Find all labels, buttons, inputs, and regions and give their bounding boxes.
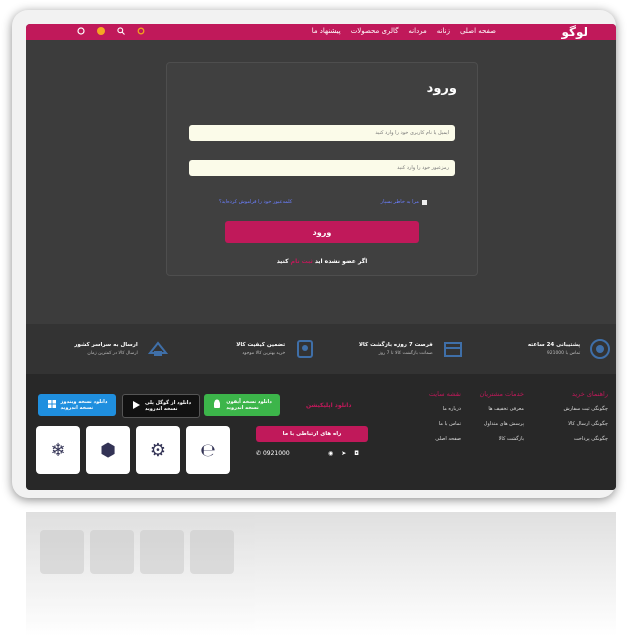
feature-subtitle: تماس با 921000 bbox=[546, 351, 581, 356]
cart-icon[interactable] bbox=[96, 26, 106, 36]
feature-delivery: ارسال به سراسر کشور ارسال کالا در کمترین… bbox=[30, 337, 170, 361]
feature-subtitle: ضمانت بازگشت کالا تا 7 روز bbox=[378, 351, 433, 356]
nav-home[interactable]: صفحه اصلی bbox=[460, 27, 496, 35]
register-text: اگر عضو نشده اید bbox=[314, 258, 368, 265]
footer-col-title: خدمات مشتریان bbox=[479, 390, 524, 398]
feature-support: پشتیبانی 24 ساعته تماس با 921000 bbox=[472, 337, 612, 361]
phone-icon: ✆ bbox=[256, 450, 262, 457]
store-line2: نسخه اندروید bbox=[144, 406, 178, 412]
windows-icon bbox=[47, 399, 57, 412]
browser-screen: لوگو صفحه اصلی زنانه مردانه گالری محصولا… bbox=[26, 24, 616, 490]
features-bar: پشتیبانی 24 ساعته تماس با 921000 فرصت 7 … bbox=[26, 324, 616, 374]
trust-badges: ❄ ⬢ ⚙ ℮ bbox=[36, 426, 230, 474]
reflection-badge bbox=[40, 530, 84, 574]
google-play-button[interactable]: دانلود از گوگل پلی نسخه اندروید bbox=[122, 394, 200, 418]
footer-col-guide: راهنمای خرید چگونگی ثبت سفارش چگونگی ارس… bbox=[563, 390, 608, 451]
footer-col-services: خدمات مشتریان معرفی تخفیف ها پرسش های مت… bbox=[480, 390, 524, 451]
feature-subtitle: ارسال کالا در کمترین زمان bbox=[87, 351, 138, 356]
footer-link[interactable]: معرفی تخفیف ها bbox=[480, 406, 524, 412]
delivery-icon bbox=[146, 337, 170, 361]
register-link[interactable]: ثبت نام bbox=[291, 258, 313, 265]
remember-me[interactable]: مرا به خاطر بسپار bbox=[381, 199, 427, 205]
contact-button[interactable]: راه های ارتباطی با ما bbox=[256, 426, 368, 442]
nav-men[interactable]: مردانه bbox=[408, 27, 426, 35]
footer-link[interactable]: پرسش های متداول bbox=[480, 421, 524, 427]
footer-link[interactable]: چگونگی پرداخت bbox=[563, 436, 608, 442]
store-line2: نسخه اندروید bbox=[60, 405, 94, 411]
footer-col-title: نقشه سایت bbox=[428, 390, 461, 398]
settings-icon[interactable] bbox=[136, 26, 146, 36]
footer-col-title: راهنمای خرید bbox=[571, 390, 608, 398]
emblem-badge-icon[interactable]: ⚙ bbox=[136, 426, 180, 474]
top-navbar: لوگو صفحه اصلی زنانه مردانه گالری محصولا… bbox=[26, 24, 616, 40]
enamad-badge-icon[interactable]: ℮ bbox=[186, 426, 230, 474]
footer-link[interactable]: چگونگی ارسال کالا bbox=[563, 421, 608, 427]
store-line2: نسخه اندروید bbox=[226, 405, 259, 411]
login-button[interactable]: ورود bbox=[225, 221, 419, 243]
footer-link[interactable]: چگونگی ثبت سفارش bbox=[563, 406, 608, 412]
header-icons bbox=[76, 26, 146, 36]
nav-offers[interactable]: پیشنهاد ما bbox=[312, 27, 341, 35]
footer-link[interactable]: بازگشت کالا bbox=[480, 436, 524, 442]
forgot-password-link[interactable]: کلمه‌عبور خود را فراموش کرده‌اید؟ bbox=[219, 199, 292, 205]
hexagon-badge-icon[interactable]: ⬢ bbox=[86, 426, 130, 474]
social-links: ◉ ➤ ◘ bbox=[328, 450, 359, 457]
feature-title: فرصت 7 روزه بازگشت کالا bbox=[358, 342, 433, 348]
whatsapp-icon[interactable]: ◉ bbox=[328, 450, 333, 457]
feature-subtitle: خرید بهترین کالا موجود bbox=[242, 351, 286, 356]
phone-text: 0921000 bbox=[262, 450, 290, 457]
username-input[interactable] bbox=[189, 125, 455, 141]
reflection-badge bbox=[140, 530, 184, 574]
site-logo[interactable]: لوگو bbox=[561, 25, 588, 39]
snowflake-badge-icon[interactable]: ❄ bbox=[36, 426, 80, 474]
reflection-badges bbox=[40, 530, 234, 574]
headset-icon bbox=[588, 337, 612, 361]
feature-title: پشتیبانی 24 ساعته bbox=[527, 342, 581, 348]
login-card: ورود مرا به خاطر بسپار کلمه‌عبور خود را … bbox=[166, 62, 478, 276]
instagram-icon[interactable]: ◘ bbox=[354, 450, 359, 457]
feature-return: فرصت 7 روزه بازگشت کالا ضمانت بازگشت کال… bbox=[325, 337, 465, 361]
feature-title: ارسال به سراسر کشور bbox=[74, 342, 138, 348]
remember-checkbox[interactable] bbox=[422, 199, 427, 205]
footer-link[interactable]: درباره ما bbox=[429, 406, 461, 412]
ios-download-button[interactable]: دانلود نسخه آیفون نسخه اندروید bbox=[204, 394, 280, 416]
feature-quality: تضمین کیفیت کالا خرید بهترین کالا موجود bbox=[177, 337, 317, 361]
footer: راهنمای خرید چگونگی ثبت سفارش چگونگی ارس… bbox=[26, 374, 616, 490]
download-title: دانلود اپلیکیشن bbox=[306, 402, 352, 409]
phone-number: ✆ 0921000 bbox=[256, 450, 290, 457]
feature-title: تضمین کیفیت کالا bbox=[236, 342, 286, 348]
reflection-badge bbox=[190, 530, 234, 574]
login-title: ورود bbox=[426, 81, 457, 96]
remember-label: مرا به خاطر بسپار bbox=[380, 199, 419, 205]
footer-col-sitemap: نقشه سایت درباره ما تماس با ما صفحه اصلی bbox=[429, 390, 461, 451]
return-box-icon bbox=[441, 337, 465, 361]
quality-badge-icon bbox=[293, 337, 317, 361]
search-icon[interactable] bbox=[116, 26, 126, 36]
main-nav: صفحه اصلی زنانه مردانه گالری محصولات پیش… bbox=[312, 27, 496, 35]
user-icon[interactable] bbox=[76, 26, 86, 36]
nav-gallery[interactable]: گالری محصولات bbox=[351, 27, 399, 35]
register-suffix: کنید bbox=[276, 258, 289, 265]
screen-reflection bbox=[26, 512, 616, 636]
windows-download-button[interactable]: دانلود نسخه ویندوز نسخه اندروید bbox=[38, 394, 116, 416]
register-prompt: اگر عضو نشده اید ثبت نام کنید bbox=[167, 258, 477, 265]
footer-link[interactable]: تماس با ما bbox=[429, 421, 461, 427]
footer-link[interactable]: صفحه اصلی bbox=[429, 436, 461, 442]
password-input[interactable] bbox=[189, 160, 455, 176]
telegram-icon[interactable]: ➤ bbox=[341, 450, 346, 457]
play-icon bbox=[131, 400, 141, 413]
android-icon bbox=[212, 399, 222, 412]
reflection-badge bbox=[90, 530, 134, 574]
main-content: ورود مرا به خاطر بسپار کلمه‌عبور خود را … bbox=[26, 40, 616, 324]
nav-women[interactable]: زنانه bbox=[437, 27, 450, 35]
